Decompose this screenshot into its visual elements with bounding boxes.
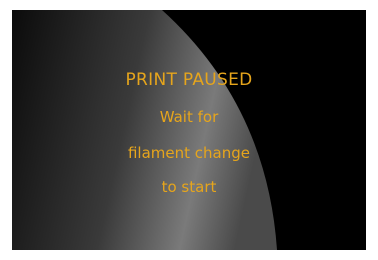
message-line-2: filament change bbox=[127, 144, 250, 162]
printer-display: PRINT PAUSED Wait for filament change to… bbox=[12, 10, 366, 250]
message-line-3: to start bbox=[161, 178, 217, 196]
message-line-1: Wait for bbox=[159, 108, 219, 126]
pause-message: PRINT PAUSED Wait for filament change to… bbox=[12, 10, 366, 250]
status-title: PRINT PAUSED bbox=[125, 70, 253, 90]
